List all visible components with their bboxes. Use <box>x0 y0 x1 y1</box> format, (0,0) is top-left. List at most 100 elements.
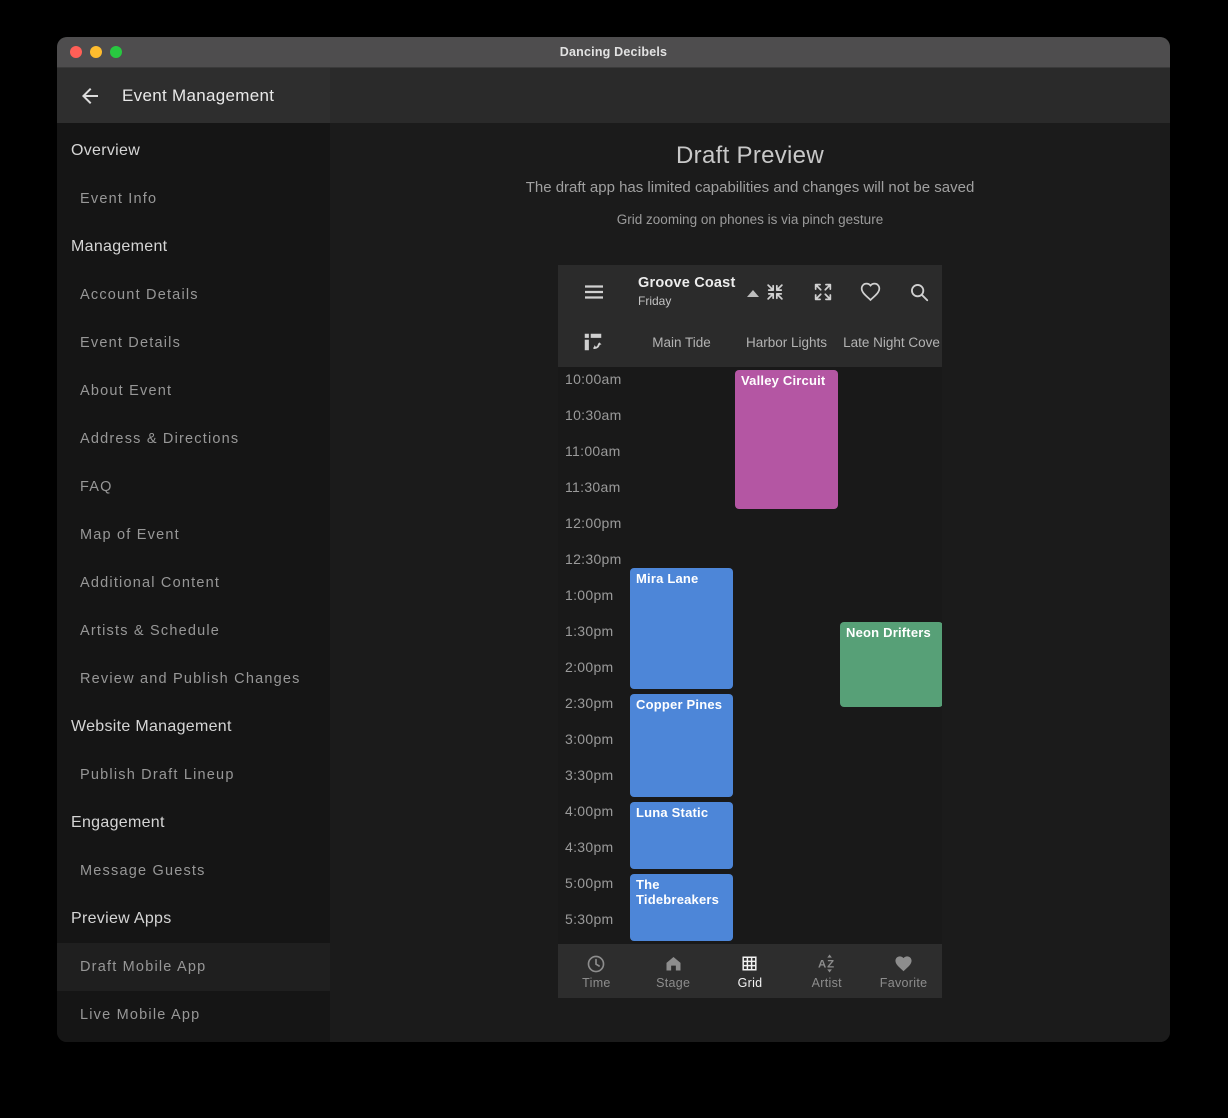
sidebar-item-artists-schedule[interactable]: Artists & Schedule <box>57 607 330 655</box>
event-artist-name: Valley Circuit <box>741 373 825 388</box>
event-block-luna-static[interactable]: Luna Static <box>630 802 733 869</box>
sidebar-header: Event Management <box>57 68 330 123</box>
nav-tab-artist[interactable]: AZArtist <box>788 944 865 998</box>
phone-preview: Groove Coast Friday <box>558 265 942 998</box>
festival-title: Groove Coast <box>638 275 735 291</box>
heart-filled-icon <box>893 953 915 975</box>
time-label: 12:30pm <box>565 551 627 567</box>
compress-icon <box>764 281 786 303</box>
event-artist-name: The Tidebreakers <box>636 877 719 907</box>
collapse-caret-icon[interactable] <box>747 290 759 297</box>
search-icon <box>908 281 930 303</box>
time-label: 1:30pm <box>565 623 627 639</box>
page-title: Draft Preview <box>330 141 1170 170</box>
sidebar-item-publish-draft-lineup[interactable]: Publish Draft Lineup <box>57 751 330 799</box>
time-label: 10:30am <box>565 407 627 423</box>
sidebar-section-preview-apps: Preview Apps <box>57 895 330 943</box>
svg-text:Z: Z <box>827 959 834 971</box>
sidebar-item-event-info[interactable]: Event Info <box>57 175 330 223</box>
nav-tab-grid[interactable]: Grid <box>712 944 789 998</box>
event-block-valley-circuit[interactable]: Valley Circuit <box>735 370 838 509</box>
sidebar-item-additional-content[interactable]: Additional Content <box>57 559 330 607</box>
window-title: Dancing Decibels <box>57 45 1170 59</box>
time-label: 3:30pm <box>565 767 627 783</box>
event-block-the-tidebreakers[interactable]: The Tidebreakers <box>630 874 733 941</box>
stage-column-header-main-tide[interactable]: Main Tide <box>629 318 734 367</box>
time-label: 1:00pm <box>565 587 627 603</box>
zoom-out-grid-button[interactable] <box>763 280 786 303</box>
heart-outline-icon <box>859 280 882 303</box>
hamburger-icon <box>582 280 606 304</box>
event-block-copper-pines[interactable]: Copper Pines <box>630 694 733 797</box>
page-subtitle: The draft app has limited capabilities a… <box>330 179 1170 197</box>
main-header-band <box>330 68 1170 123</box>
sidebar: Event Management OverviewEvent InfoManag… <box>57 68 330 1042</box>
app-window: Dancing Decibels Event Management Overvi… <box>57 37 1170 1042</box>
sidebar-item-review-and-publish-changes[interactable]: Review and Publish Changes <box>57 655 330 703</box>
window-content: Event Management OverviewEvent InfoManag… <box>57 68 1170 1042</box>
sidebar-title: Event Management <box>122 86 274 106</box>
event-block-neon-drifters[interactable]: Neon Drifters <box>840 622 942 707</box>
time-label: 10:00am <box>565 371 627 387</box>
nav-tab-label: Favorite <box>880 976 928 990</box>
expand-icon <box>812 281 834 303</box>
time-label: 5:30pm <box>565 911 627 927</box>
time-label: 11:30am <box>565 479 627 495</box>
sidebar-section-website-management: Website Management <box>57 703 330 751</box>
phone-bottom-nav: TimeStageGridAZArtistFavorite <box>558 944 942 998</box>
nav-tab-label: Grid <box>738 976 763 990</box>
selected-day: Friday <box>638 294 735 308</box>
back-arrow-icon <box>78 84 102 108</box>
svg-text:A: A <box>818 959 826 971</box>
event-artist-name: Neon Drifters <box>846 625 931 640</box>
time-label: 11:00am <box>565 443 627 459</box>
nav-tab-time[interactable]: Time <box>558 944 635 998</box>
favorites-filter-button[interactable] <box>859 280 882 303</box>
pivot-table-icon <box>582 331 604 353</box>
nav-tab-label: Stage <box>656 976 690 990</box>
sidebar-item-draft-mobile-app[interactable]: Draft Mobile App <box>57 943 330 991</box>
nav-tab-label: Time <box>582 976 611 990</box>
event-artist-name: Luna Static <box>636 805 708 820</box>
time-label: 4:00pm <box>565 803 627 819</box>
main-panel: Draft Preview The draft app has limited … <box>330 68 1170 1042</box>
appbar-actions <box>763 280 930 303</box>
sidebar-section-overview: Overview <box>57 127 330 175</box>
sidebar-item-account-details[interactable]: Account Details <box>57 271 330 319</box>
sidebar-nav: OverviewEvent InfoManagementAccount Deta… <box>57 123 330 1042</box>
stage-column-header-harbor-lights[interactable]: Harbor Lights <box>734 318 839 367</box>
sidebar-item-message-guests[interactable]: Message Guests <box>57 847 330 895</box>
nav-tab-favorite[interactable]: Favorite <box>865 944 942 998</box>
sidebar-item-live-mobile-app[interactable]: Live Mobile App <box>57 991 330 1039</box>
sidebar-item-faq[interactable]: FAQ <box>57 463 330 511</box>
window-titlebar: Dancing Decibels <box>57 37 1170 68</box>
nav-tab-stage[interactable]: Stage <box>635 944 712 998</box>
nav-tab-label: Artist <box>812 976 842 990</box>
event-block-mira-lane[interactable]: Mira Lane <box>630 568 733 689</box>
time-label: 4:30pm <box>565 839 627 855</box>
clock-icon <box>585 953 607 975</box>
sidebar-item-map-of-event[interactable]: Map of Event <box>57 511 330 559</box>
time-label: 2:30pm <box>565 695 627 711</box>
phone-appbar: Groove Coast Friday <box>558 265 942 318</box>
zoom-in-grid-button[interactable] <box>811 280 834 303</box>
schedule-grid[interactable]: 10:00am10:30am11:00am11:30am12:00pm12:30… <box>558 367 942 944</box>
day-selector[interactable]: Groove Coast Friday <box>638 275 735 308</box>
menu-button[interactable] <box>582 280 606 304</box>
event-artist-name: Mira Lane <box>636 571 698 586</box>
time-label: 3:00pm <box>565 731 627 747</box>
back-button[interactable] <box>78 84 102 108</box>
search-button[interactable] <box>907 280 930 303</box>
grid-icon <box>739 953 761 975</box>
event-artist-name: Copper Pines <box>636 697 722 712</box>
stage-header-row: Main TideHarbor LightsLate Night Cove <box>558 318 942 367</box>
sidebar-item-address-directions[interactable]: Address & Directions <box>57 415 330 463</box>
stage-column-header-late-night-cove[interactable]: Late Night Cove <box>839 318 944 367</box>
sidebar-item-about-event[interactable]: About Event <box>57 367 330 415</box>
page-hint: Grid zooming on phones is via pinch gest… <box>330 211 1170 228</box>
sidebar-section-engagement: Engagement <box>57 799 330 847</box>
sort-alpha-icon: AZ <box>816 953 838 975</box>
time-label: 5:00pm <box>565 875 627 891</box>
sidebar-item-event-details[interactable]: Event Details <box>57 319 330 367</box>
pivot-view-button[interactable] <box>582 331 604 353</box>
